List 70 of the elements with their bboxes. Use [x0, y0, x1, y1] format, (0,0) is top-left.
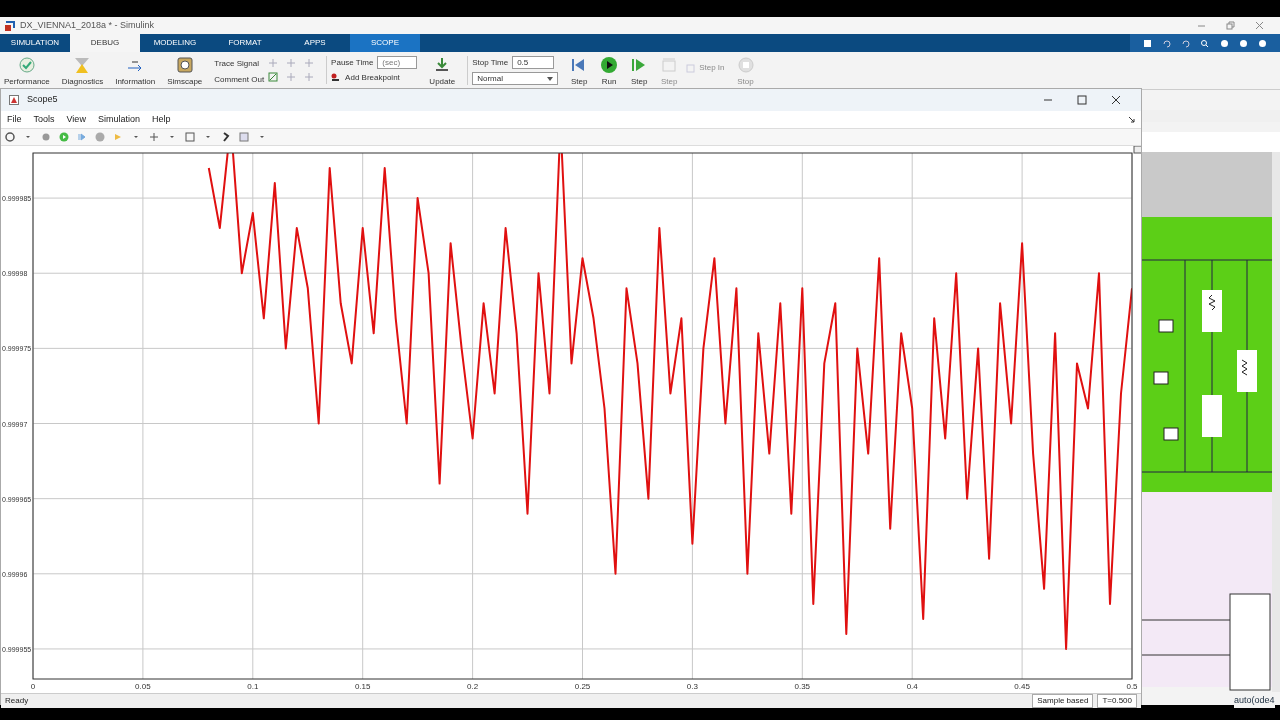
x-tick-label: 0.2	[467, 682, 479, 691]
status-field: Sample based	[1032, 694, 1094, 708]
maximize-icon	[1077, 95, 1087, 105]
step-button[interactable]: Run	[600, 56, 619, 88]
pause-time-field[interactable]: (sec)	[377, 56, 418, 69]
search-icon	[1200, 38, 1210, 48]
step-icon[interactable]	[77, 132, 87, 142]
x-tick-label: 0.3	[686, 682, 698, 691]
ribbon-button[interactable]: Update	[429, 56, 456, 88]
scope-title: Scope5	[27, 93, 58, 107]
redo-icon	[1181, 38, 1191, 48]
comment-out-button[interactable]: Comment Out	[214, 74, 265, 86]
close-icon	[1111, 95, 1121, 105]
solver-status: auto(ode4	[1234, 694, 1275, 708]
simulink-icon	[4, 19, 16, 32]
ribbon-button[interactable]: Information	[115, 56, 156, 88]
funnel-warning-icon	[73, 56, 92, 74]
play-icon	[600, 56, 619, 74]
undock-icon	[1128, 116, 1135, 123]
ribbon-tab[interactable]: FORMAT	[210, 34, 280, 52]
x-tick-label: 0.4	[906, 682, 918, 691]
menu-item[interactable]: File	[7, 112, 22, 127]
stop-icon	[736, 56, 755, 74]
trace-signal-button[interactable]: Trace Signal	[214, 58, 265, 70]
zoom-icon[interactable]	[149, 132, 159, 142]
pause-time-label: Pause Time	[331, 56, 374, 69]
caret-icon	[547, 76, 554, 81]
restore-icon	[1226, 21, 1235, 30]
play-icon[interactable]	[59, 132, 69, 142]
menu-item[interactable]: Help	[151, 112, 171, 127]
ribbon-button[interactable]: Simscape	[167, 56, 203, 88]
cube-icon	[175, 56, 194, 74]
window-title: DX_VIENNA1_2018a * - Simulink	[20, 18, 155, 32]
step-button[interactable]: Step	[570, 56, 589, 88]
ribbon-tab[interactable]: SCOPE	[350, 34, 420, 52]
x-tick-label: 0.45	[1014, 682, 1030, 691]
ribbon-button[interactable]: Diagnostics	[61, 56, 104, 88]
ribbon-tab[interactable]: APPS	[280, 34, 350, 52]
stop-time-field[interactable]: 0.5	[512, 56, 555, 69]
undo-icon	[1162, 38, 1172, 48]
stop-icon[interactable]	[95, 132, 105, 142]
breakpoint-icon	[331, 73, 342, 83]
ribbon-tab[interactable]: DEBUG	[70, 34, 140, 52]
mode-dropdown[interactable]: Normal	[472, 72, 559, 85]
add-breakpoint-button[interactable]: Add Breakpoint	[331, 72, 418, 84]
step-icon	[660, 56, 679, 74]
autoscale-icon[interactable]	[185, 132, 195, 142]
ribbon-tab[interactable]: MODELING	[140, 34, 210, 52]
ribbon-tab[interactable]: SIMULATION	[0, 34, 70, 52]
x-tick-label: 0.05	[135, 682, 151, 691]
close-icon	[1255, 21, 1264, 30]
x-tick-label: 0.25	[574, 682, 591, 691]
step-in-icon	[686, 63, 696, 73]
x-tick-label: 0.15	[354, 682, 371, 691]
x-tick-label: 0.35	[794, 682, 811, 691]
menu-item[interactable]: Tools	[33, 112, 55, 127]
gauge-icon	[17, 56, 36, 74]
x-tick-label: 0.1	[247, 682, 259, 691]
scope-icon	[9, 95, 19, 105]
x-tick-label: 0.5	[1126, 682, 1138, 691]
menu-item[interactable]: View	[66, 112, 86, 127]
status-text: Ready	[5, 695, 29, 707]
menu-item[interactable]: Simulation	[97, 112, 140, 127]
status-field: T=0.500	[1097, 694, 1137, 708]
ribbon-button[interactable]: Performance	[4, 56, 50, 88]
save-icon	[1143, 38, 1153, 48]
stop-time-label: Stop Time	[472, 56, 509, 69]
x-tick-label: 0	[30, 682, 36, 691]
step-button[interactable]: Step	[630, 56, 649, 88]
style-icon[interactable]	[239, 132, 249, 142]
